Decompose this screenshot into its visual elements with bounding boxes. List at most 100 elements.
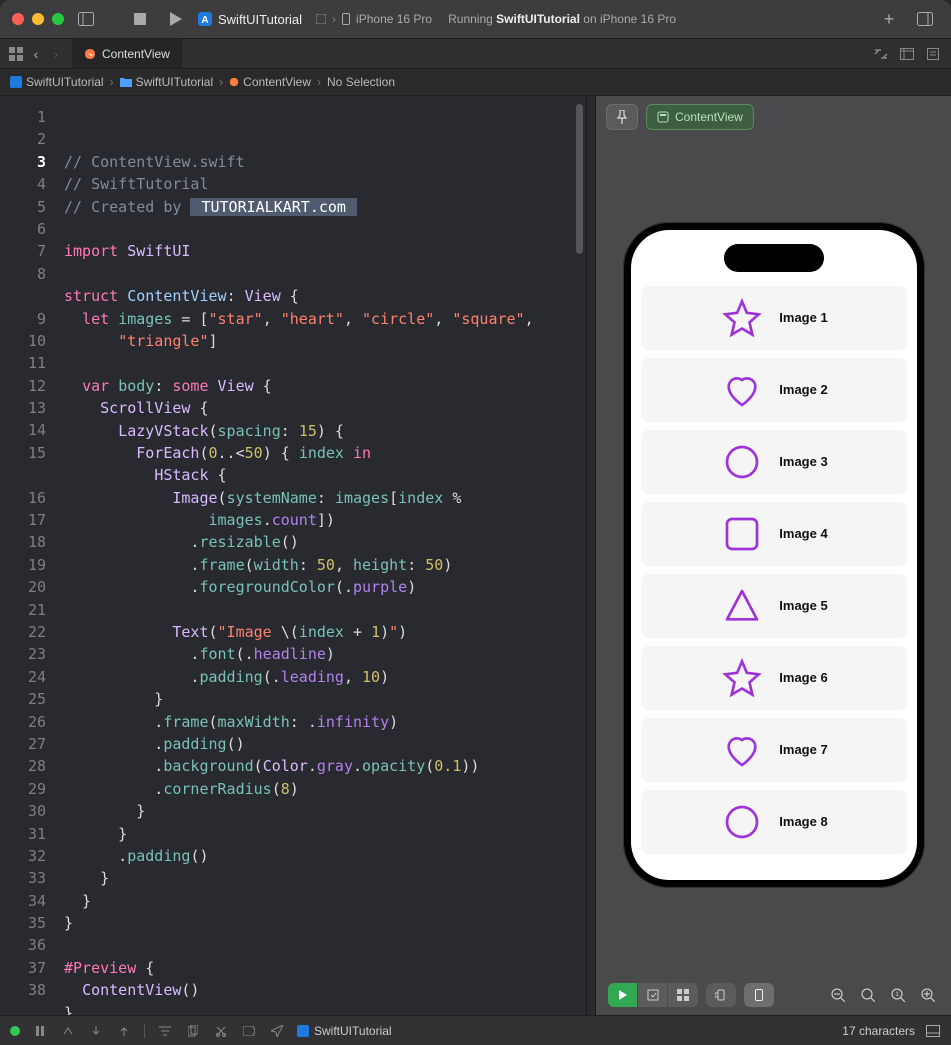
preview-badge[interactable]: ContentView [646,104,754,130]
cut-icon[interactable] [213,1023,229,1039]
code-line[interactable]: ScrollView { [64,397,586,419]
code-line[interactable]: } [64,823,586,845]
code-line[interactable]: .resizable() [64,531,586,553]
code-line[interactable]: } [64,800,586,822]
zoom-actual-button[interactable]: 1 [887,984,909,1006]
preview-selectable-button[interactable] [638,983,668,1007]
zoom-in-button[interactable] [917,984,939,1006]
debug-pause-icon[interactable] [32,1023,48,1039]
device-name: iPhone 16 Pro [356,12,432,26]
code-line[interactable] [64,263,586,285]
list-item-label: Image 1 [779,310,827,325]
preview-device-settings-button[interactable] [706,983,736,1007]
code-line[interactable]: .font(.headline) [64,643,586,665]
zoom-fit-button[interactable] [857,984,879,1006]
code-line[interactable]: .padding() [64,733,586,755]
code-line[interactable]: LazyVStack(spacing: 15) { [64,420,586,442]
code-line[interactable] [64,934,586,956]
forward-button[interactable]: › [48,46,64,62]
list-item[interactable]: Image 6 [641,646,907,710]
code-line[interactable]: struct ContentView: View { [64,285,586,307]
debug-stepin-icon[interactable] [88,1023,104,1039]
list-item[interactable]: Image 8 [641,790,907,854]
close-button[interactable] [12,13,24,25]
debug-stepover-icon[interactable] [60,1023,76,1039]
code-line[interactable]: } [64,890,586,912]
code-line[interactable]: HStack { [64,464,586,486]
location-icon[interactable] [269,1023,285,1039]
list-item[interactable]: Image 4 [641,502,907,566]
crumb-folder[interactable]: SwiftUITutorial [120,75,214,89]
minimize-button[interactable] [32,13,44,25]
maximize-button[interactable] [52,13,64,25]
code-line[interactable] [64,218,586,240]
code-line[interactable]: .background(Color.gray.opacity(0.1)) [64,755,586,777]
code-line[interactable]: } [64,867,586,889]
code-line[interactable]: .foregroundColor(.purple) [64,576,586,598]
code-line[interactable]: } [64,1002,586,1015]
debug-stepout-icon[interactable] [116,1023,132,1039]
code-line[interactable]: .cornerRadius(8) [64,778,586,800]
list-item[interactable]: Image 3 [641,430,907,494]
code-line[interactable]: ContentView() [64,979,586,1001]
preview-canvas-button[interactable] [744,983,774,1007]
code-line[interactable]: } [64,688,586,710]
back-button[interactable]: ‹ [28,46,44,62]
pin-button[interactable] [606,104,638,130]
code-line[interactable]: var body: some View { [64,375,586,397]
code-line[interactable]: // Created by TUTORIALKART.com [64,196,586,218]
crumb-selection[interactable]: No Selection [327,75,395,89]
related-items-icon[interactable] [8,46,24,62]
project-selector[interactable]: A SwiftUITutorial [198,12,302,27]
editor-layout-icon[interactable] [899,46,915,62]
file-tab[interactable]: ContentView [72,39,182,68]
code-line[interactable]: .padding(.leading, 10) [64,666,586,688]
code-line[interactable]: let images = ["star", "heart", "circle",… [64,308,586,330]
code-line[interactable]: #Preview { [64,957,586,979]
code-area[interactable]: // ContentView.swift// SwiftTutorial// C… [56,96,586,1015]
pane-divider[interactable] [586,96,596,1015]
code-line[interactable]: Text("Image \(index + 1)") [64,621,586,643]
breakpoint-nav-icon[interactable] [241,1023,257,1039]
code-line[interactable]: Image(systemName: images[index % [64,487,586,509]
bottom-panel-icon[interactable] [925,1023,941,1039]
code-line[interactable]: // ContentView.swift [64,151,586,173]
crumb-file[interactable]: ContentView [229,75,311,89]
device-selector[interactable]: › iPhone 16 Pro [316,12,432,26]
list-item[interactable]: Image 1 [641,286,907,350]
code-line[interactable] [64,599,586,621]
adjust-editor-icon[interactable] [873,46,889,62]
code-line[interactable]: images.count]) [64,509,586,531]
list-item[interactable]: Image 2 [641,358,907,422]
simulator-screen[interactable]: Image 1 Image 2 Image 3 Image 4 Image 5 Image… [631,230,917,880]
code-editor[interactable]: 1234567891011121314151617181920212223242… [0,96,586,1015]
code-line[interactable]: .padding() [64,845,586,867]
preview-play-button[interactable] [608,983,638,1007]
scroll-thumb[interactable] [576,104,583,254]
code-line[interactable]: "triangle"] [64,330,586,352]
editor-options-icon[interactable] [925,46,941,62]
zoom-out-button[interactable] [827,984,849,1006]
code-line[interactable]: .frame(width: 50, height: 50) [64,554,586,576]
code-line[interactable]: .frame(maxWidth: .infinity) [64,711,586,733]
filter-icon[interactable] [157,1023,173,1039]
status-project[interactable]: SwiftUITutorial [314,1024,392,1038]
preview-variants-button[interactable] [668,983,698,1007]
circle-icon [719,439,765,485]
scrollbar[interactable] [572,96,586,1015]
list-item[interactable]: Image 7 [641,718,907,782]
code-line[interactable] [64,352,586,374]
code-line[interactable]: ForEach(0..<50) { index in [64,442,586,464]
stop-button[interactable] [126,8,154,30]
run-button[interactable] [162,8,190,30]
panel-left-icon[interactable] [72,8,100,30]
add-tab-button[interactable]: + [875,8,903,30]
list-item[interactable]: Image 5 [641,574,907,638]
list-item-label: Image 2 [779,382,827,397]
panel-right-icon[interactable] [911,8,939,30]
crumb-project[interactable]: SwiftUITutorial [10,75,104,89]
code-line[interactable]: } [64,912,586,934]
code-line[interactable]: // SwiftTutorial [64,173,586,195]
copy-icon[interactable] [185,1023,201,1039]
code-line[interactable]: import SwiftUI [64,240,586,262]
